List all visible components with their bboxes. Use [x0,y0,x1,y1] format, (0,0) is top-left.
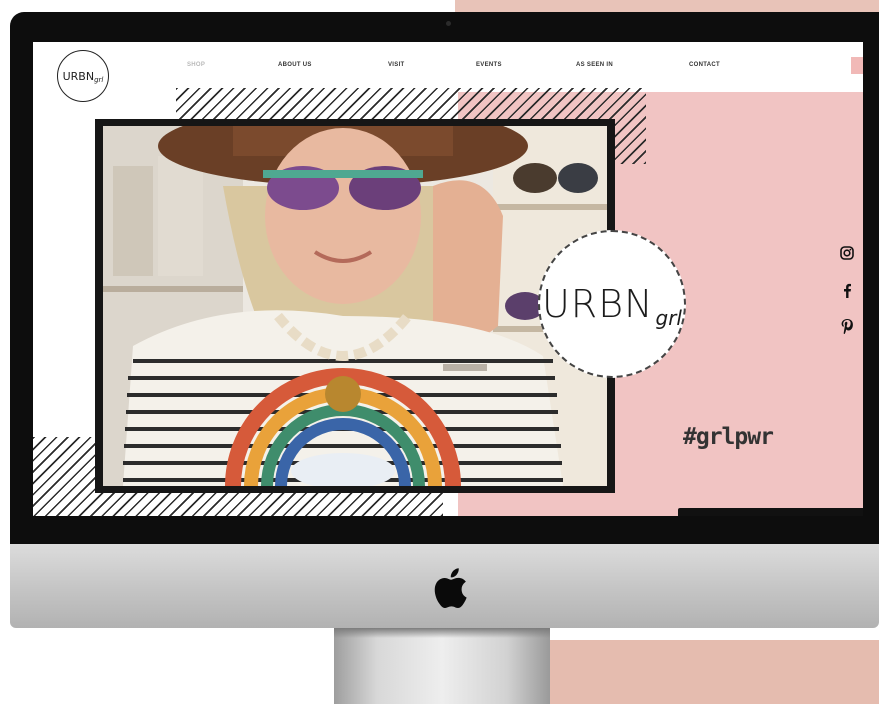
top-navigation: URBN grl SHOP ABOUT US VISIT EVENTS AS SE… [33,42,863,102]
site-logo-script: grl [94,76,104,84]
pinterest-icon[interactable] [839,318,855,334]
background-pink-block-bottom [548,640,879,704]
nav-cta-button[interactable] [851,57,863,74]
woman-sunglasses-photo [103,126,607,486]
nav-item-about-us[interactable]: ABOUT US [278,62,312,68]
instagram-icon[interactable] [839,245,855,261]
site-logo[interactable]: URBN grl [57,50,109,102]
hero-logo-text: URBN [541,282,654,326]
site-logo-text: URBN [62,69,95,83]
website-screen: URBN grl SHOP ABOUT US VISIT EVENTS AS SE… [33,42,863,516]
hashtag-headline: #grlpwr [683,424,774,450]
monitor-stand [334,628,550,704]
hero-circle-logo: URBN grl [538,230,686,378]
stand-shadow [334,628,550,638]
nav-item-shop[interactable]: SHOP [187,62,205,68]
facebook-icon[interactable] [839,282,855,298]
nav-item-contact[interactable]: CONTACT [689,62,720,68]
apple-icon [432,568,468,609]
nav-item-events[interactable]: EVENTS [476,62,502,68]
camera-icon [446,21,451,26]
nav-item-as-seen-in[interactable]: AS SEEN IN [576,62,613,68]
hero-logo-script: grl [655,306,682,330]
nav-item-visit[interactable]: VISIT [388,62,405,68]
screen-bottom-bar [678,508,863,516]
